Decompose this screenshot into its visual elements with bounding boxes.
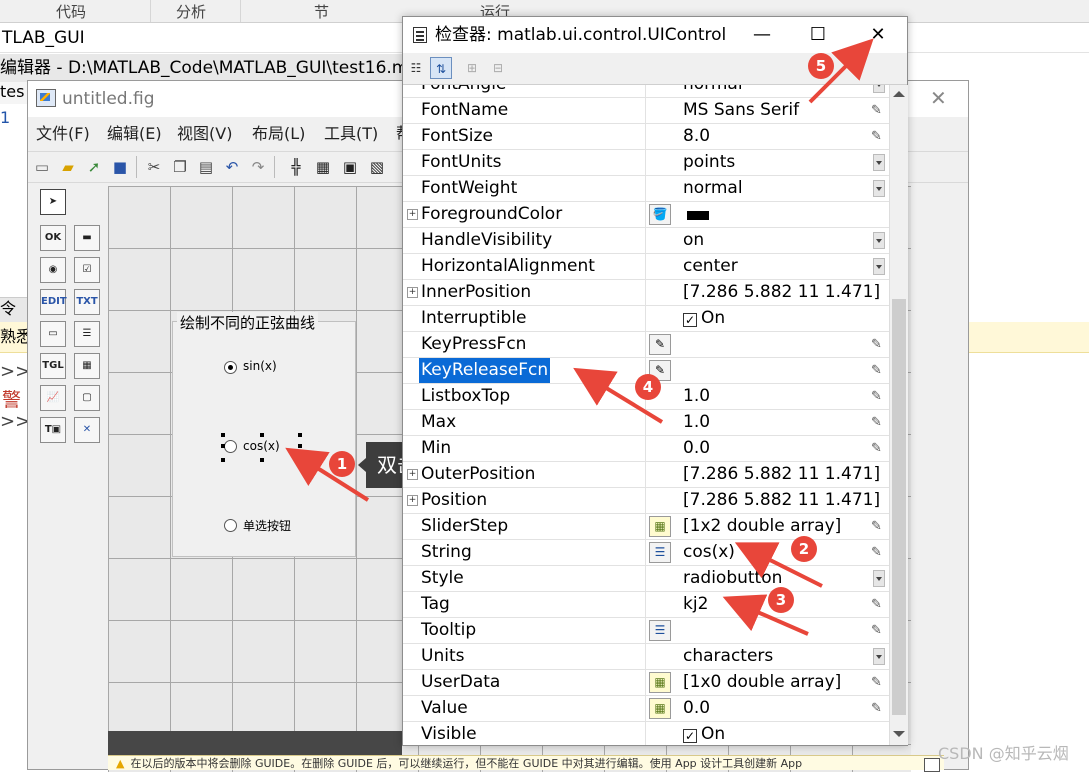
- annotation-badge-3: 3: [768, 587, 794, 613]
- annotation-badge-1: 1: [329, 451, 355, 477]
- annotation-layer: [285, 38, 874, 636]
- annotation-badge-4: 4: [635, 374, 661, 400]
- annotation-badge-5: 5: [808, 53, 834, 79]
- annotation-badge-2: 2: [791, 536, 817, 562]
- watermark: CSDN @知乎云烟: [938, 744, 1069, 763]
